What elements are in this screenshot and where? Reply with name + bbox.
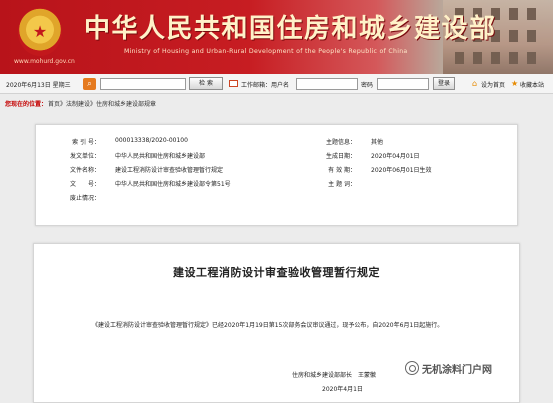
issuer-value: 中华人民共和国住房和城乡建设部	[115, 153, 206, 160]
add-favorite-link[interactable]: 收藏本站	[520, 80, 544, 89]
national-emblem-icon: ★	[18, 8, 62, 56]
abolished-label: 废止情况：	[69, 195, 100, 202]
set-home-link[interactable]: 设为首页	[481, 80, 505, 89]
site-url: www.mohurd.gov.cn	[14, 58, 75, 65]
document-title: 建设工程消防设计审查验收管理暂行规定	[173, 266, 380, 279]
document-metadata: 索 引 号： 000013338/2020-00100 主题信息： 其他 发文单…	[35, 124, 518, 226]
issuer-label: 发文单位：	[69, 153, 100, 160]
username-input[interactable]	[296, 78, 358, 90]
doc-no-label: 文 号：	[69, 181, 100, 188]
breadcrumb-label: 您现在的位置：	[5, 101, 48, 108]
wechat-icon	[405, 361, 419, 375]
doc-no-value: 中华人民共和国住房和城乡建设部令第51号	[115, 181, 231, 188]
document-text: 《建设工程消防设计审查验收管理暂行规定》已经2020年1月19日第15次部务会议…	[92, 322, 444, 329]
breadcrumb-path[interactable]: 首页》法制建设》住房和城乡建设部规章	[48, 99, 156, 108]
breadcrumb: 您现在的位置： 首页》法制建设》住房和城乡建设部规章	[0, 95, 553, 111]
doc-name-value: 建设工程消防设计审查验收管理暂行规定	[115, 167, 224, 174]
subject-label: 主 题 词：	[328, 181, 356, 188]
doc-name-label: 文件名称：	[69, 167, 100, 174]
document-date: 2020年4月1日	[322, 386, 363, 393]
search-icon[interactable]: ⌕	[83, 78, 96, 90]
site-title: 中华人民共和国住房和城乡建设部	[84, 14, 497, 44]
topic-label: 主题信息：	[325, 139, 356, 146]
effective-value: 2020年06月01日生效	[371, 167, 432, 174]
login-button[interactable]: 登录	[433, 77, 455, 90]
home-icon: ⌂	[472, 79, 478, 88]
favorite-icon: ★	[511, 79, 519, 88]
watermark-text: 无机涂料门户网	[422, 364, 492, 376]
password-input[interactable]	[377, 78, 429, 90]
index-no-label: 索 引 号：	[72, 139, 100, 146]
date-text: 2020年6月13日 星期三	[6, 82, 71, 89]
mail-icon	[229, 80, 238, 87]
document-body: 建设工程消防设计审查验收管理暂行规定 《建设工程消防设计审查验收管理暂行规定》已…	[33, 243, 520, 403]
topic-value: 其他	[371, 139, 384, 146]
watermark: 无机涂料门户网	[405, 359, 492, 377]
document-signature: 住房和城乡建设部部长 王蒙徽	[292, 372, 377, 379]
created-label: 生成日期：	[325, 153, 356, 160]
index-no-value: 000013338/2020-00100	[115, 137, 188, 144]
search-button[interactable]: 检 索	[189, 77, 223, 90]
site-banner: ★ www.mohurd.gov.cn 中华人民共和国住房和城乡建设部 Mini…	[0, 0, 553, 74]
site-title-en: Ministry of Housing and Urban-Rural Deve…	[124, 48, 408, 55]
mail-label: 工作邮箱：用户名	[241, 82, 290, 89]
toolbar: 2020年6月13日 星期三 ⌕ 检 索 工作邮箱：用户名 密码 登录 ⌂ 设为…	[0, 74, 553, 94]
search-input[interactable]	[100, 78, 186, 90]
created-value: 2020年04月01日	[371, 153, 420, 160]
password-label: 密码	[361, 82, 374, 89]
effective-label: 有 效 期：	[328, 167, 356, 174]
